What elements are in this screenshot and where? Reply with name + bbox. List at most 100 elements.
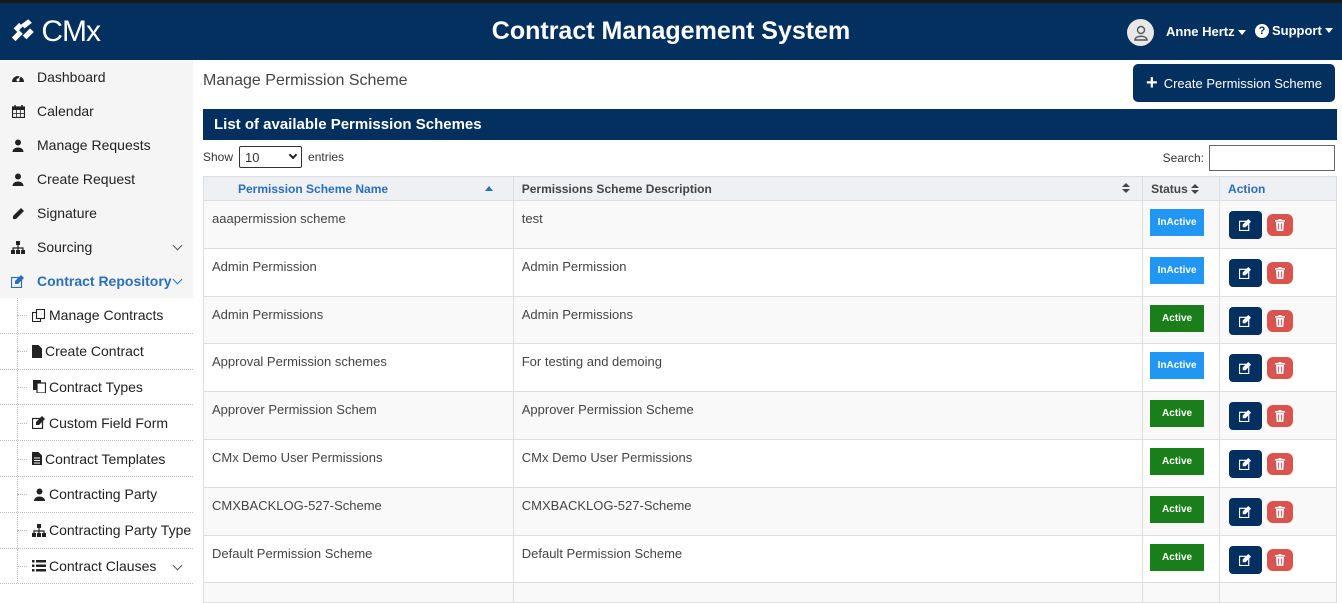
delete-button[interactable]: [1267, 500, 1294, 523]
trash-icon: [1275, 505, 1286, 518]
column-header-status[interactable]: Status: [1142, 176, 1221, 201]
cell-action: [1219, 200, 1337, 249]
cell-empty: [1142, 582, 1221, 603]
delete-button[interactable]: [1267, 357, 1294, 380]
status-badge: Active: [1150, 495, 1205, 523]
edit-button[interactable]: [1229, 402, 1263, 431]
sidebar-subitem-contract-types[interactable]: Contract Types: [0, 369, 193, 406]
sidebar-item-label: Dashboard: [37, 69, 106, 85]
cell-action: [1219, 486, 1337, 536]
column-header-description[interactable]: Permissions Scheme Description: [512, 176, 1144, 201]
user-menu[interactable]: Anne Hertz: [1166, 24, 1246, 39]
status-badge: InActive: [1150, 209, 1205, 236]
sidebar-item-signature[interactable]: Signature: [0, 196, 193, 230]
delete-button[interactable]: [1267, 261, 1294, 284]
table-row: aaapermission scheme test InActive: [203, 200, 1337, 249]
cell-status: Active: [1142, 438, 1221, 488]
trash-icon: [1275, 457, 1286, 470]
cell-scheme-name: Approver Permission Schem: [203, 391, 514, 440]
create-permission-scheme-button[interactable]: + Create Permission Scheme: [1133, 64, 1335, 102]
status-badge: InActive: [1150, 256, 1205, 284]
file-icon: [32, 344, 42, 358]
cell-action: [1219, 534, 1337, 584]
column-header-name[interactable]: Permission Scheme Name: [203, 176, 514, 201]
sidebar-subitem-label: Contract Clauses: [49, 557, 157, 574]
chevron-down-icon: [288, 150, 298, 160]
edit-button[interactable]: [1229, 449, 1263, 478]
sidebar: Dashboard Calendar Manage Requests Creat…: [0, 60, 193, 591]
delete-button[interactable]: [1267, 309, 1294, 332]
user-name-label: Anne Hertz: [1166, 24, 1235, 39]
sidebar-item-contract-repository[interactable]: Contract Repository: [0, 264, 193, 298]
cell-scheme-description: CMx Demo User Permissions: [512, 438, 1144, 488]
entries-select[interactable]: 10: [239, 146, 303, 168]
sidebar-subitem-label: Manage Contracts: [49, 307, 164, 324]
sidebar-subitem-contract-templates[interactable]: Contract Templates: [0, 441, 193, 477]
edit-icon: [1239, 362, 1252, 375]
user-icon: [11, 172, 25, 186]
search-label: Search:: [1162, 151, 1204, 165]
edit-icon: [1239, 266, 1252, 279]
sort-ascending-icon: [484, 186, 493, 191]
sidebar-subitem-manage-contracts[interactable]: Manage Contracts: [0, 298, 193, 334]
sidebar-item-dashboard[interactable]: Dashboard: [0, 60, 193, 94]
edit-button[interactable]: [1229, 258, 1263, 287]
edit-button[interactable]: [1229, 211, 1263, 239]
edit-icon: [1239, 553, 1252, 566]
list-icon: [32, 559, 46, 573]
support-label: Support: [1272, 23, 1322, 38]
sidebar-subitem-custom-field-form[interactable]: Custom Field Form: [0, 405, 193, 442]
cell-scheme-description: Default Permission Scheme: [512, 534, 1144, 584]
cell-empty: [203, 582, 514, 603]
edit-icon: [1239, 219, 1252, 231]
sidebar-item-manage-requests[interactable]: Manage Requests: [0, 128, 193, 162]
cell-status: InActive: [1142, 343, 1221, 393]
question-circle-icon: ?: [1255, 23, 1269, 38]
cell-empty: [512, 582, 1144, 603]
cell-status: InActive: [1142, 200, 1221, 249]
user-avatar[interactable]: [1127, 19, 1154, 46]
edit-button[interactable]: [1229, 354, 1263, 383]
column-header-label: Status: [1151, 181, 1188, 196]
support-menu[interactable]: ? Support: [1255, 23, 1333, 38]
cell-scheme-name: Admin Permission: [203, 247, 514, 297]
sidebar-subitem-label: Custom Field Form: [49, 414, 169, 431]
cell-scheme-name: CMx Demo User Permissions: [203, 438, 514, 488]
delete-button[interactable]: [1267, 452, 1294, 475]
trash-icon: [1275, 314, 1286, 327]
cell-status: Active: [1142, 534, 1221, 584]
column-header-label: Permission Scheme Name: [238, 181, 389, 196]
status-badge: InActive: [1150, 352, 1205, 380]
sidebar-item-create-request[interactable]: Create Request: [0, 162, 193, 196]
cell-scheme-description: test: [512, 200, 1144, 249]
permission-scheme-table: Permission Scheme Name Permissions Schem…: [203, 176, 1337, 603]
delete-button[interactable]: [1267, 214, 1294, 236]
contract-repository-submenu: Manage Contracts Create Contract Contrac…: [0, 298, 193, 585]
sidebar-subitem-contract-clauses[interactable]: Contract Clauses: [0, 548, 193, 585]
sidebar-subitem-create-contract[interactable]: Create Contract: [0, 333, 193, 370]
panel-heading: List of available Permission Schemes: [203, 109, 1337, 140]
cell-scheme-name: CMXBACKLOG-527-Scheme: [203, 486, 514, 536]
column-header-label: Action: [1228, 181, 1266, 196]
sidebar-subitem-contracting-party-type[interactable]: Contracting Party Type: [0, 512, 193, 549]
search-input[interactable]: [1209, 145, 1335, 171]
edit-button[interactable]: [1229, 306, 1263, 335]
file-text-icon: [32, 452, 42, 466]
trash-icon: [1275, 553, 1286, 566]
table-row: Default Permission Scheme Default Permiss…: [203, 534, 1337, 584]
sidebar-subitem-label: Create Contract: [45, 343, 144, 360]
sidebar-subitem-contracting-party[interactable]: Contracting Party: [0, 476, 193, 513]
show-label: Show: [203, 150, 234, 164]
edit-button[interactable]: [1229, 545, 1263, 574]
cell-action: [1219, 391, 1337, 440]
delete-button[interactable]: [1267, 548, 1294, 571]
table-row: Admin Permissions Admin Permissions Active: [203, 295, 1337, 345]
edit-icon: [1239, 410, 1252, 423]
edit-button[interactable]: [1229, 497, 1263, 526]
sidebar-item-calendar[interactable]: Calendar: [0, 94, 193, 128]
cell-scheme-name: Admin Permissions: [203, 295, 514, 345]
status-badge: Active: [1150, 400, 1205, 428]
sidebar-item-sourcing[interactable]: Sourcing: [0, 230, 193, 264]
sidebar-item-label: Sourcing: [37, 239, 93, 255]
delete-button[interactable]: [1267, 405, 1294, 428]
